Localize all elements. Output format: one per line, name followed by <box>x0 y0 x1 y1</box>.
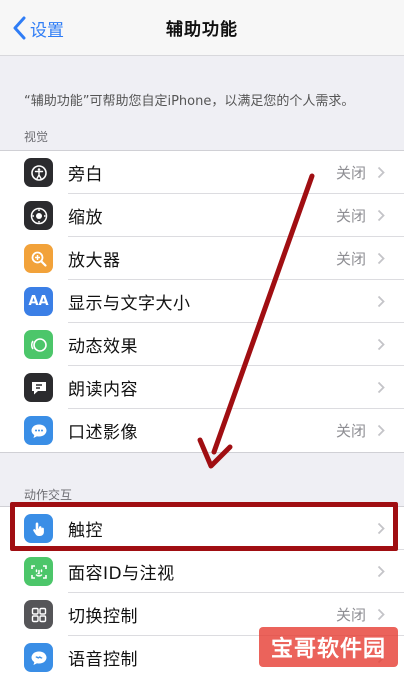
vision-group: 旁白 关闭 缩放 关闭 放大器 关闭 AA 显示与文字大小 动态效果 朗读内容 … <box>0 150 404 453</box>
row-spoken-content[interactable]: 朗读内容 <box>0 366 404 409</box>
row-face-id-attention[interactable]: 面容ID与注视 <box>0 550 404 593</box>
row-label: 切换控制 <box>68 607 138 627</box>
row-label: 动态效果 <box>68 337 138 357</box>
voiceover-icon <box>24 158 53 187</box>
row-label: 放大器 <box>68 251 121 271</box>
chevron-right-icon <box>377 295 385 308</box>
audio-description-icon <box>24 416 53 445</box>
magnifier-icon <box>24 244 53 273</box>
chevron-right-icon <box>377 424 385 437</box>
row-value: 关闭 <box>335 606 366 624</box>
row-label: 显示与文字大小 <box>68 294 191 314</box>
row-voiceover[interactable]: 旁白 关闭 <box>0 151 404 194</box>
chevron-right-icon <box>377 209 385 222</box>
row-display-text-size[interactable]: AA 显示与文字大小 <box>0 280 404 323</box>
switch-control-icon <box>24 600 53 629</box>
row-value: 关闭 <box>335 422 366 440</box>
zoom-icon <box>24 201 53 230</box>
row-audio-description[interactable]: 口述影像 关闭 <box>0 409 404 452</box>
text-size-icon: AA <box>24 287 53 316</box>
chevron-right-icon <box>377 252 385 265</box>
spoken-content-icon <box>24 373 53 402</box>
section-header-vision: 视觉 <box>24 130 49 144</box>
row-magnifier[interactable]: 放大器 关闭 <box>0 237 404 280</box>
navigation-bar: 设置 辅助功能 <box>0 0 404 56</box>
row-label: 口述影像 <box>68 423 138 443</box>
row-motion[interactable]: 动态效果 <box>0 323 404 366</box>
row-label: 语音控制 <box>68 650 138 670</box>
row-label: 旁白 <box>68 165 103 185</box>
voice-control-icon <box>24 643 53 672</box>
site-watermark: 宝哥软件园 <box>259 627 398 667</box>
row-label: 朗读内容 <box>68 380 138 400</box>
motion-icon <box>24 330 53 359</box>
row-label: 缩放 <box>68 208 103 228</box>
row-value: 关闭 <box>335 207 366 225</box>
chevron-right-icon <box>377 338 385 351</box>
chevron-right-icon <box>377 166 385 179</box>
section-header-interaction: 动作交互 <box>24 488 73 502</box>
row-value: 关闭 <box>335 250 366 268</box>
touch-highlight-box <box>10 502 398 551</box>
chevron-right-icon <box>377 608 385 621</box>
row-label: 面容ID与注视 <box>68 564 175 584</box>
accessibility-screen: 设置 辅助功能 “辅助功能”可帮助您自定iPhone，以满足您的个人需求。 视觉… <box>0 0 404 677</box>
chevron-right-icon <box>377 565 385 578</box>
row-zoom[interactable]: 缩放 关闭 <box>0 194 404 237</box>
row-value: 关闭 <box>335 164 366 182</box>
page-title: 辅助功能 <box>166 20 238 40</box>
intro-text: “辅助功能”可帮助您自定iPhone，以满足您的个人需求。 <box>24 94 355 109</box>
chevron-right-icon <box>377 381 385 394</box>
face-id-icon <box>24 557 53 586</box>
